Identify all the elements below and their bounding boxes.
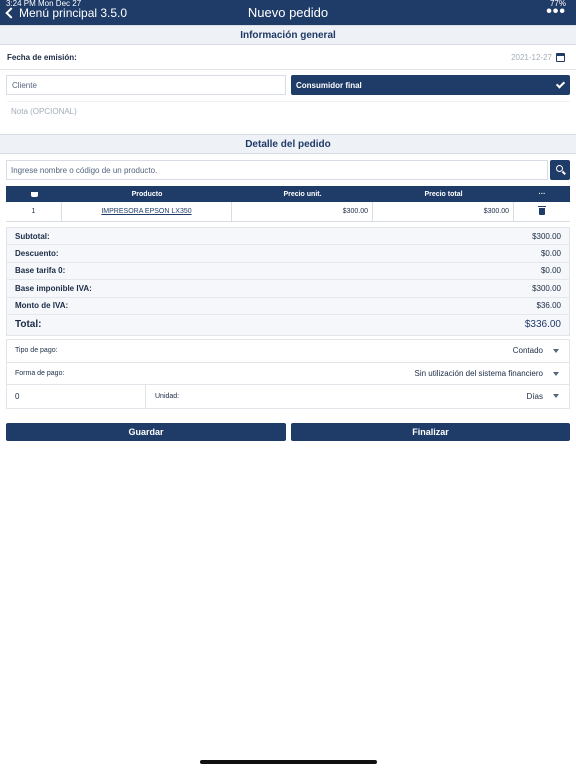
client-field[interactable]: Cliente	[6, 75, 286, 95]
column-header-actions: ···	[538, 190, 546, 198]
column-header-total-price: Precio total	[424, 190, 463, 198]
totals-value: $300.00	[532, 231, 561, 241]
product-search-placeholder: Ingrese nombre o código de un producto.	[11, 165, 158, 175]
issue-date-value[interactable]: 2021-12-27	[511, 53, 552, 62]
cart-column-header	[6, 186, 62, 202]
cart-icon	[30, 191, 38, 197]
totals-row: Subtotal: $300.00	[7, 228, 569, 246]
search-icon	[556, 165, 563, 172]
status-time: 3:24 PM Mon Dec 27	[6, 0, 82, 8]
home-indicator[interactable]	[200, 760, 377, 764]
payment-panel: Tipo de pago: Contado Forma de pago: Sin…	[6, 339, 570, 410]
total-price-cell: $300.00	[373, 202, 514, 221]
totals-label: Base imponible IVA:	[15, 283, 92, 293]
term-input[interactable]: 0	[7, 385, 146, 409]
payment-type-label: Tipo de pago:	[15, 347, 58, 355]
table-row: 1 IMPRESORA EPSON LX350 $300.00 $300.00	[6, 202, 570, 222]
grand-total-row: Total: $336.00	[7, 315, 569, 335]
section-header-general: Información general	[0, 25, 576, 45]
grand-total-label: Total:	[15, 319, 42, 331]
chevron-down-icon	[553, 371, 559, 376]
section-header-detail: Detalle del pedido	[0, 134, 576, 154]
finish-button[interactable]: Finalizar	[291, 423, 570, 441]
totals-value: $0.00	[540, 249, 561, 259]
totals-label: Monto de IVA:	[15, 301, 69, 311]
totals-value: $300.00	[532, 283, 561, 293]
totals-value: $36.00	[536, 301, 561, 311]
totals-row: Base imponible IVA: $300.00	[7, 280, 569, 298]
table-header: Producto Precio unit. Precio total ···	[6, 186, 570, 202]
trash-icon[interactable]	[538, 206, 546, 215]
search-button[interactable]	[550, 160, 570, 180]
product-link[interactable]: IMPRESORA EPSON LX350	[101, 208, 191, 215]
column-header-product: Producto	[131, 190, 163, 198]
product-cell: IMPRESORA EPSON LX350	[62, 202, 232, 221]
product-search-input[interactable]: Ingrese nombre o código de un producto.	[6, 160, 548, 180]
battery-level: 77%	[549, 0, 566, 8]
payment-type-value[interactable]: Contado	[513, 346, 543, 355]
column-header-unit-price: Precio unit.	[283, 190, 322, 198]
term-value: 0	[15, 392, 20, 402]
delete-cell	[514, 202, 570, 221]
chevron-down-icon	[553, 349, 559, 353]
quantity-cell[interactable]: 1	[6, 202, 62, 221]
client-placeholder: Cliente	[12, 80, 37, 90]
term-row: 0 Unidad: Días	[7, 385, 569, 409]
totals-label: Base tarifa 0:	[15, 266, 66, 276]
payment-method-select[interactable]: Forma de pago: Sin utilización del siste…	[7, 363, 569, 386]
status-bar: 3:24 PM Mon Dec 27 77%	[0, 0, 576, 8]
calendar-icon[interactable]	[556, 53, 565, 62]
totals-label: Descuento:	[15, 249, 59, 259]
final-consumer-toggle[interactable]: Consumidor final	[291, 75, 570, 95]
order-items-table: Producto Precio unit. Precio total ··· 1…	[6, 186, 570, 222]
totals-value: $0.00	[540, 266, 561, 276]
issue-date-label: Fecha de emisión:	[7, 53, 77, 62]
payment-method-value[interactable]: Sin utilización del sistema financiero	[414, 369, 543, 378]
totals-row: Monto de IVA: $36.00	[7, 298, 569, 315]
totals-panel: Subtotal: $300.00 Descuento: $0.00 Base ta…	[6, 227, 570, 336]
note-field[interactable]: Nota (OPCIONAL)	[7, 101, 570, 128]
payment-method-label: Forma de pago:	[15, 370, 65, 378]
issue-date-row[interactable]: Fecha de emisión: 2021-12-27	[0, 45, 576, 70]
grand-total-value: $336.00	[524, 319, 561, 331]
chevron-down-icon	[553, 394, 559, 399]
unit-price-cell: $300.00	[232, 202, 373, 221]
unit-label: Unidad:	[155, 393, 180, 401]
checkmark-icon	[555, 79, 566, 89]
payment-type-select[interactable]: Tipo de pago: Contado	[7, 340, 569, 363]
unit-select[interactable]: Días	[527, 392, 543, 401]
final-consumer-label: Consumidor final	[296, 80, 362, 90]
save-button[interactable]: Guardar	[6, 423, 286, 441]
totals-row: Base tarifa 0: $0.00	[7, 263, 569, 281]
totals-label: Subtotal:	[15, 231, 50, 241]
totals-row: Descuento: $0.00	[7, 245, 569, 263]
